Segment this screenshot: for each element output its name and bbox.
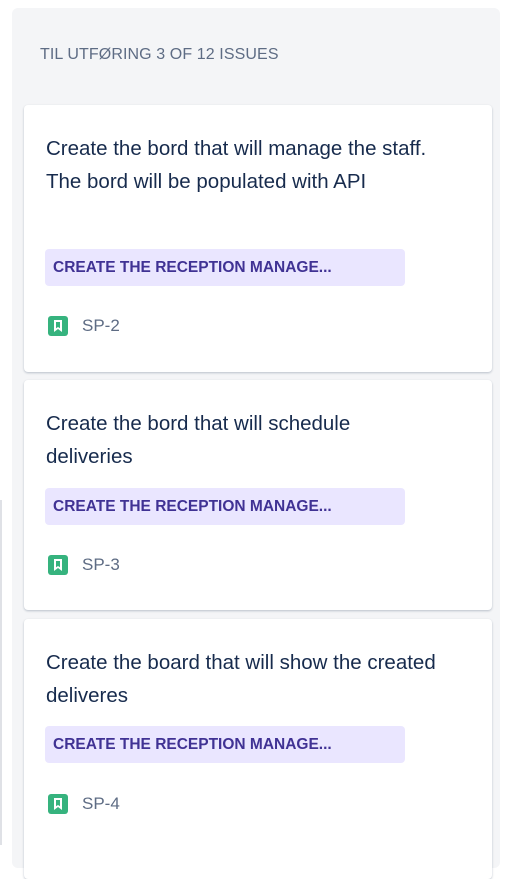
issue-footer: SP-3 — [48, 554, 120, 576]
board-divider — [0, 500, 2, 845]
issue-footer: SP-2 — [48, 315, 120, 337]
epic-label[interactable]: CREATE THE RECEPTION MANAGE... — [45, 726, 405, 763]
issue-key[interactable]: SP-4 — [82, 794, 120, 814]
epic-label[interactable]: CREATE THE RECEPTION MANAGE... — [45, 488, 405, 525]
issue-card-sp-2[interactable]: Create the bord that will manage the sta… — [24, 105, 492, 372]
story-icon — [48, 555, 68, 575]
issue-card-sp-3[interactable]: Create the bord that will schedule deliv… — [24, 380, 492, 610]
issue-key[interactable]: SP-2 — [82, 316, 120, 336]
epic-label[interactable]: CREATE THE RECEPTION MANAGE... — [45, 249, 405, 286]
issue-summary: Create the bord that will manage the sta… — [46, 137, 427, 193]
issue-footer: SP-4 — [48, 793, 120, 815]
issue-summary: Create the board that will show the crea… — [46, 651, 436, 707]
story-icon — [48, 794, 68, 814]
story-icon — [48, 316, 68, 336]
issue-card-sp-4[interactable]: Create the board that will show the crea… — [24, 619, 492, 879]
column-header: TIL UTFØRING 3 OF 12 ISSUES — [40, 46, 279, 63]
issue-summary: Create the bord that will schedule deliv… — [46, 412, 351, 468]
issue-key[interactable]: SP-3 — [82, 555, 120, 575]
